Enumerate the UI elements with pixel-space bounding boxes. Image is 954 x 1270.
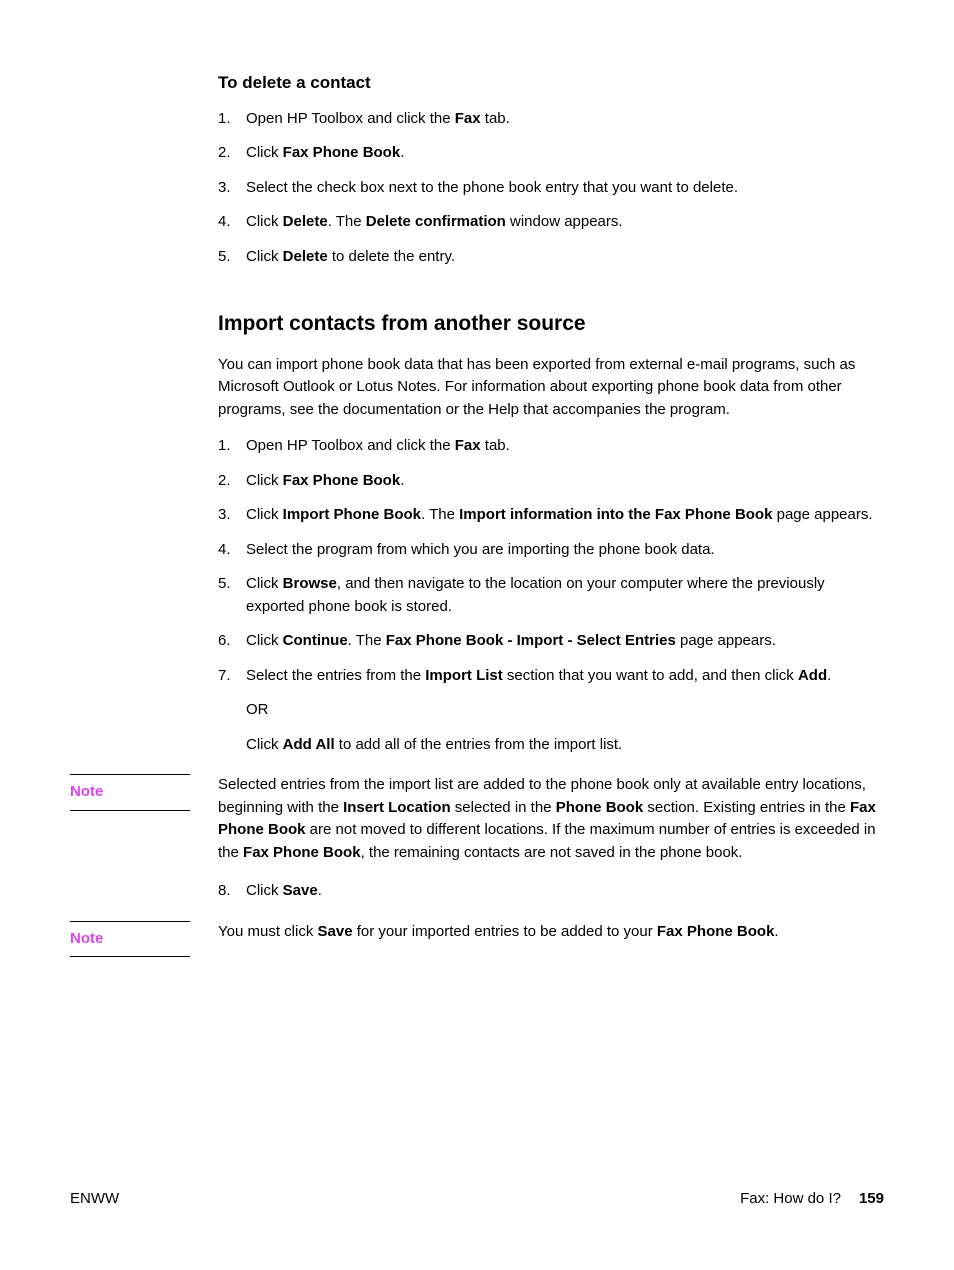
note-bold: Fax Phone Book [657,923,775,940]
step-text: Click [246,882,283,899]
intro-paragraph: You can import phone book data that has … [218,354,884,422]
step-text: . [318,882,322,899]
step-text: tab. [481,437,510,454]
step-text: page appears. [676,632,776,649]
note-text: , the remaining contacts are not saved i… [361,844,743,861]
note-bold: Insert Location [343,799,451,816]
note-text: selected in the [451,799,556,816]
step-bold: Import List [425,667,503,684]
step-text: Click [246,632,283,649]
step-item: Click Delete to delete the entry. [218,246,884,269]
step-bold: Continue [283,632,348,649]
footer-left: ENWW [70,1188,119,1211]
step-text: section that you want to add, and then c… [503,667,798,684]
step-bold: Delete [283,213,328,230]
step-bold: Add All [283,736,335,753]
import-steps-part2: Click Save. [218,880,884,903]
note-text: You must click [218,923,318,940]
step-text: to add all of the entries from the impor… [335,736,623,753]
step-item: Open HP Toolbox and click the Fax tab. [218,108,884,131]
step-bold: Import Phone Book [283,506,421,523]
step-bold: Delete [283,248,328,265]
import-steps-part1: Open HP Toolbox and click the Fax tab. C… [218,435,884,756]
step-item: Select the entries from the Import List … [218,665,884,757]
step-bold: Browse [283,575,337,592]
step-item: Click Browse, and then navigate to the l… [218,573,884,618]
page-number: 159 [859,1188,884,1211]
step-text: . The [328,213,366,230]
step-text: Click [246,736,283,753]
step-bold: Add [798,667,827,684]
section-heading-delete-contact: To delete a contact [218,70,884,96]
step-text: window appears. [506,213,623,230]
step-or: OR [246,699,884,722]
step-text: Select the entries from the [246,667,425,684]
step-bold: Fax [455,437,481,454]
step-item: Open HP Toolbox and click the Fax tab. [218,435,884,458]
step-item: Select the check box next to the phone b… [218,177,884,200]
step-text: Open HP Toolbox and click the [246,110,455,127]
note-text: . [774,923,778,940]
step-item: Click Fax Phone Book. [218,142,884,165]
step-bold: Fax [455,110,481,127]
step-alt: Click Add All to add all of the entries … [246,734,884,757]
note-bold: Save [318,923,353,940]
step-item: Click Import Phone Book. The Import info… [218,504,884,527]
step-text: . [827,667,831,684]
step-bold: Fax Phone Book [283,472,401,489]
note-label: Note [70,774,190,811]
step-bold: Import information into the Fax Phone Bo… [459,506,772,523]
note-block-2: Note You must click Save for your import… [70,921,884,958]
step-item: Click Save. [218,880,884,903]
step-text: tab. [481,110,510,127]
step-bold: Save [283,882,318,899]
step-item: Click Delete. The Delete confirmation wi… [218,211,884,234]
note-body: Selected entries from the import list ar… [218,774,884,864]
footer-section: Fax: How do I? [740,1188,841,1211]
step-text: Click [246,575,283,592]
step-bold: Delete confirmation [366,213,506,230]
step-text: Click [246,506,283,523]
step-text: page appears. [772,506,872,523]
step-text: . [400,472,404,489]
step-item: Click Continue. The Fax Phone Book - Imp… [218,630,884,653]
section-heading-import-contacts: Import contacts from another source [218,308,884,340]
step-text: . [400,144,404,161]
step-text: Open HP Toolbox and click the [246,437,455,454]
note-text: section. Existing entries in the [643,799,850,816]
note-bold: Fax Phone Book [243,844,361,861]
step-item: Select the program from which you are im… [218,539,884,562]
page-footer: ENWW Fax: How do I? 159 [70,1188,884,1211]
step-text: Click [246,248,283,265]
step-text: Click [246,472,283,489]
note-body: You must click Save for your imported en… [218,921,884,944]
note-bold: Phone Book [556,799,644,816]
step-bold: Fax Phone Book - Import - Select Entries [386,632,676,649]
note-block-1: Note Selected entries from the import li… [70,774,884,864]
step-text: Click [246,213,283,230]
step-bold: Fax Phone Book [283,144,401,161]
note-text: for your imported entries to be added to… [353,923,657,940]
step-text: Select the program from which you are im… [246,541,715,558]
step-text: . The [421,506,459,523]
step-text: to delete the entry. [328,248,455,265]
delete-contact-steps: Open HP Toolbox and click the Fax tab. C… [218,108,884,269]
note-label: Note [70,921,190,958]
step-item: Click Fax Phone Book. [218,470,884,493]
step-text: Select the check box next to the phone b… [246,179,738,196]
step-text: Click [246,144,283,161]
step-text: . The [348,632,386,649]
